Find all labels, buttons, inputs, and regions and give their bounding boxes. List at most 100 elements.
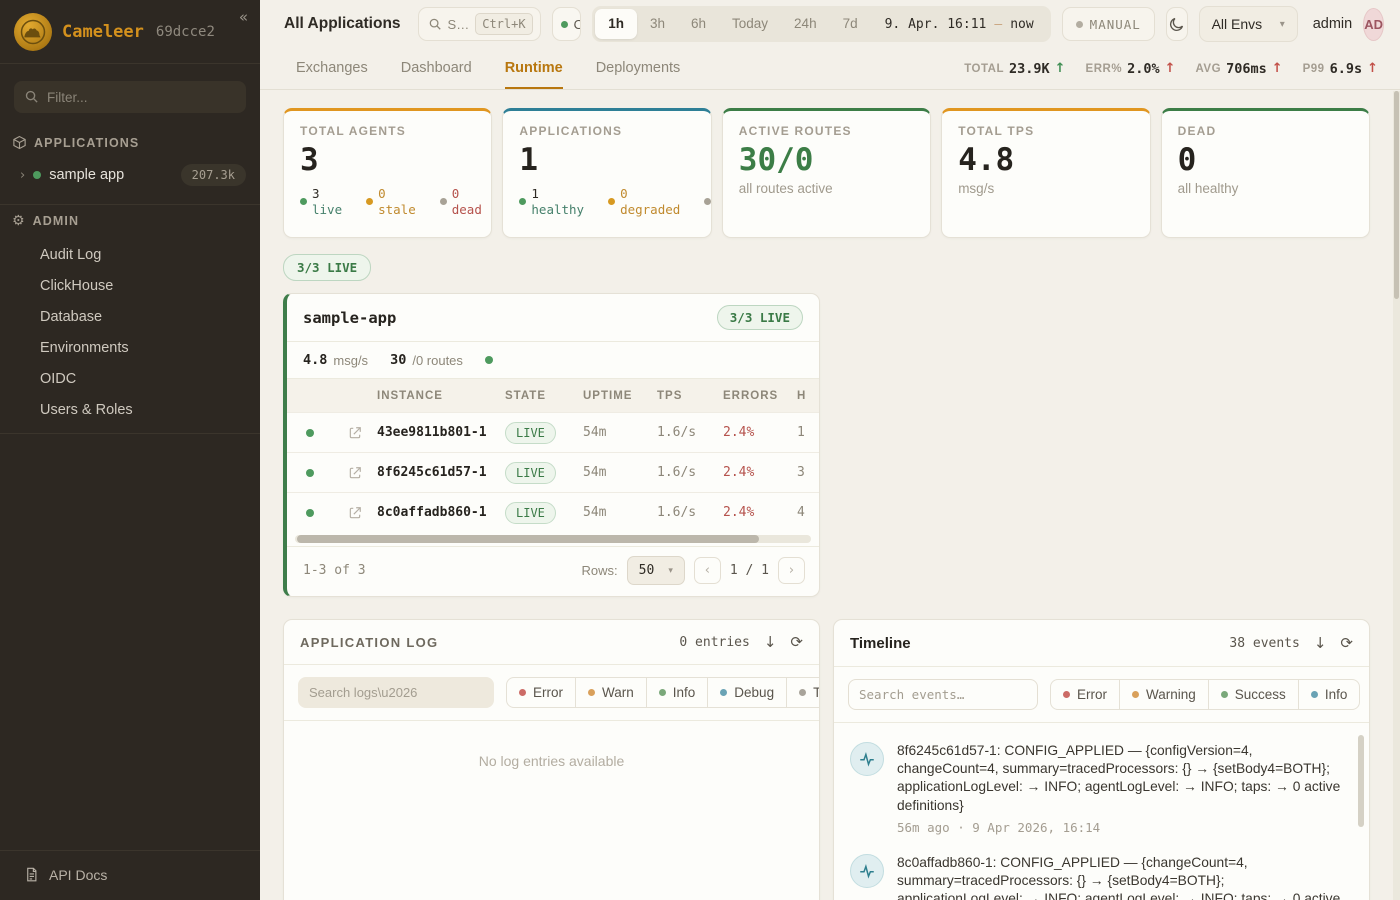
table-row[interactable]: 8f6245c61d57-1 LIVE 54m 1.6/s 2.4% 3 [287,452,819,492]
dead-dot [440,198,447,205]
filter-warn-button[interactable]: Warn [575,677,647,708]
sidebar-item-oidc[interactable]: OIDC [0,363,260,394]
collapse-sidebar-icon[interactable]: « [239,8,248,26]
sidebar-item-audit-log[interactable]: Audit Log [0,239,260,270]
warning-dot [1132,691,1139,698]
global-search-button[interactable]: S… Ctrl+K [418,7,541,41]
next-page-button[interactable]: › [778,557,805,584]
log-empty-message: No log entries available [284,721,819,769]
time-range-6h[interactable]: 6h [678,9,719,39]
tps-value: 1.6/s [657,505,723,520]
app-card-header[interactable]: sample-app 3/3 LIVE [287,294,819,342]
applications-header-label: APPLICATIONS [34,136,139,150]
horizontal-scrollbar[interactable] [295,535,811,543]
time-range-24h[interactable]: 24h [781,9,830,39]
instance-status-dot [306,509,314,517]
download-icon[interactable]: ↓ [764,635,777,650]
kpi-label: TOTAL [964,63,1004,75]
refresh-icon[interactable]: ⟳ [1340,636,1353,651]
app-health-dot [485,356,493,364]
api-docs-label: API Docs [49,867,107,883]
external-link-icon[interactable] [333,426,377,440]
filter-info-button[interactable]: Info [1298,679,1361,710]
timeline-filter-row: Error Warning Success Info [834,667,1369,723]
avatar[interactable]: AD [1363,8,1384,41]
kpi-strip: TOTAL 23.9K ↑ ERR% 2.0% ↑ AVG 706ms ↑ P9… [964,48,1400,89]
time-range-7d[interactable]: 7d [830,9,871,39]
sidebar: Cameleer 69dcce2 « APPLICATIONS › sample… [0,0,260,900]
scrollbar-thumb[interactable] [297,535,759,543]
manual-label: MANUAL [1090,17,1141,32]
page-scrollbar[interactable] [1393,91,1400,900]
environment-selected-value: All Envs [1212,16,1263,32]
timeline-event[interactable]: 8c0affadb860-1: CONFIG_APPLIED — {change… [850,841,1349,900]
filter-success-button[interactable]: Success [1208,679,1299,710]
topbar: All Applications S… Ctrl+K O 1h 3h 6h To… [260,0,1400,48]
filter-label: Info [673,685,696,700]
filter-debug-button[interactable]: Debug [707,677,787,708]
app-name-label: sample app [49,167,124,183]
rows-per-page-label: Rows: [582,563,618,578]
sidebar-item-users-roles[interactable]: Users & Roles [0,394,260,425]
live-summary-badge[interactable]: 3/3 LIVE [283,254,371,281]
time-range-today[interactable]: Today [719,9,781,39]
kpi-total: TOTAL 23.9K ↑ [964,61,1065,77]
rows-per-page-select[interactable]: 50 ▾ [627,556,685,585]
timeline-event[interactable]: 8f6245c61d57-1: CONFIG_APPLIED — {config… [850,729,1349,841]
tab-deployments[interactable]: Deployments [596,48,681,89]
date-range-to: now [1010,17,1033,32]
card-value: 30/0 [739,143,914,177]
filter-info-button[interactable]: Info [646,677,709,708]
card-total-agents: TOTAL AGENTS 3 3live 0stale 0dead [283,108,492,238]
scrollbar-thumb[interactable] [1394,91,1399,299]
download-icon[interactable]: ↓ [1314,636,1327,651]
online-status-button[interactable]: O [552,7,582,41]
card-title: APPLICATIONS [519,124,694,138]
timeline-scrollbar-thumb[interactable] [1358,735,1364,827]
manual-refresh-button[interactable]: MANUAL [1062,7,1155,41]
external-link-icon[interactable] [333,466,377,480]
date-range-display[interactable]: 9. Apr. 16:11 – now [871,17,1048,32]
sidebar-filter-input[interactable] [14,81,246,113]
filter-warning-button[interactable]: Warning [1119,679,1209,710]
state-badge: LIVE [505,422,556,444]
card-value: 4.8 [958,143,1133,177]
sidebar-item-api-docs[interactable]: API Docs [0,850,260,900]
sidebar-item-sample-app[interactable]: › sample app 207.3k [0,156,260,196]
app-status-dot [33,171,41,179]
filter-trace-button[interactable]: Trace [786,677,820,708]
table-row[interactable]: 8c0affadb860-1 LIVE 54m 1.6/s 2.4% 4 [287,492,819,532]
admin-header-label: ADMIN [33,214,79,228]
pagination-range: 1-3 of 3 [303,563,366,578]
filter-error-button[interactable]: Error [1050,679,1120,710]
mini-value: 0 [452,186,482,202]
tab-exchanges[interactable]: Exchanges [296,48,368,89]
kpi-value: 2.0% [1127,61,1160,77]
sidebar-item-database[interactable]: Database [0,301,260,332]
log-panel-header: APPLICATION LOG 0 entries ↓ ⟳ [284,620,819,665]
card-active-routes: ACTIVE ROUTES 30/0 all routes active [722,108,931,238]
environment-select[interactable]: All Envs ▾ [1199,6,1298,42]
log-search-input[interactable] [298,677,494,708]
sidebar-item-clickhouse[interactable]: ClickHouse [0,270,260,301]
uptime-value: 54m [583,465,657,480]
refresh-icon[interactable]: ⟳ [790,635,803,650]
tab-dashboard[interactable]: Dashboard [401,48,472,89]
sidebar-item-environments[interactable]: Environments [0,332,260,363]
table-row[interactable]: 43ee9811b801-1 LIVE 54m 1.6/s 2.4% 1 [287,412,819,452]
instance-id: 8f6245c61d57-1 [377,465,505,480]
success-dot [1221,691,1228,698]
filter-error-button[interactable]: Error [506,677,576,708]
time-range-3h[interactable]: 3h [637,9,678,39]
filter-label: Warn [602,685,634,700]
expand-chevron-icon[interactable]: › [20,168,25,183]
mini-label: stale [378,202,416,218]
sample-app-card: sample-app 3/3 LIVE 4.8 msg/s 30 /0 rout… [283,293,820,597]
prev-page-button[interactable]: ‹ [694,557,721,584]
external-link-icon[interactable] [333,506,377,520]
time-range-1h[interactable]: 1h [595,9,637,39]
timeline-search-input[interactable] [848,679,1038,710]
tab-runtime[interactable]: Runtime [505,48,563,89]
dark-mode-toggle[interactable] [1166,7,1188,41]
timeline-events-count: 38 events [1229,636,1299,651]
